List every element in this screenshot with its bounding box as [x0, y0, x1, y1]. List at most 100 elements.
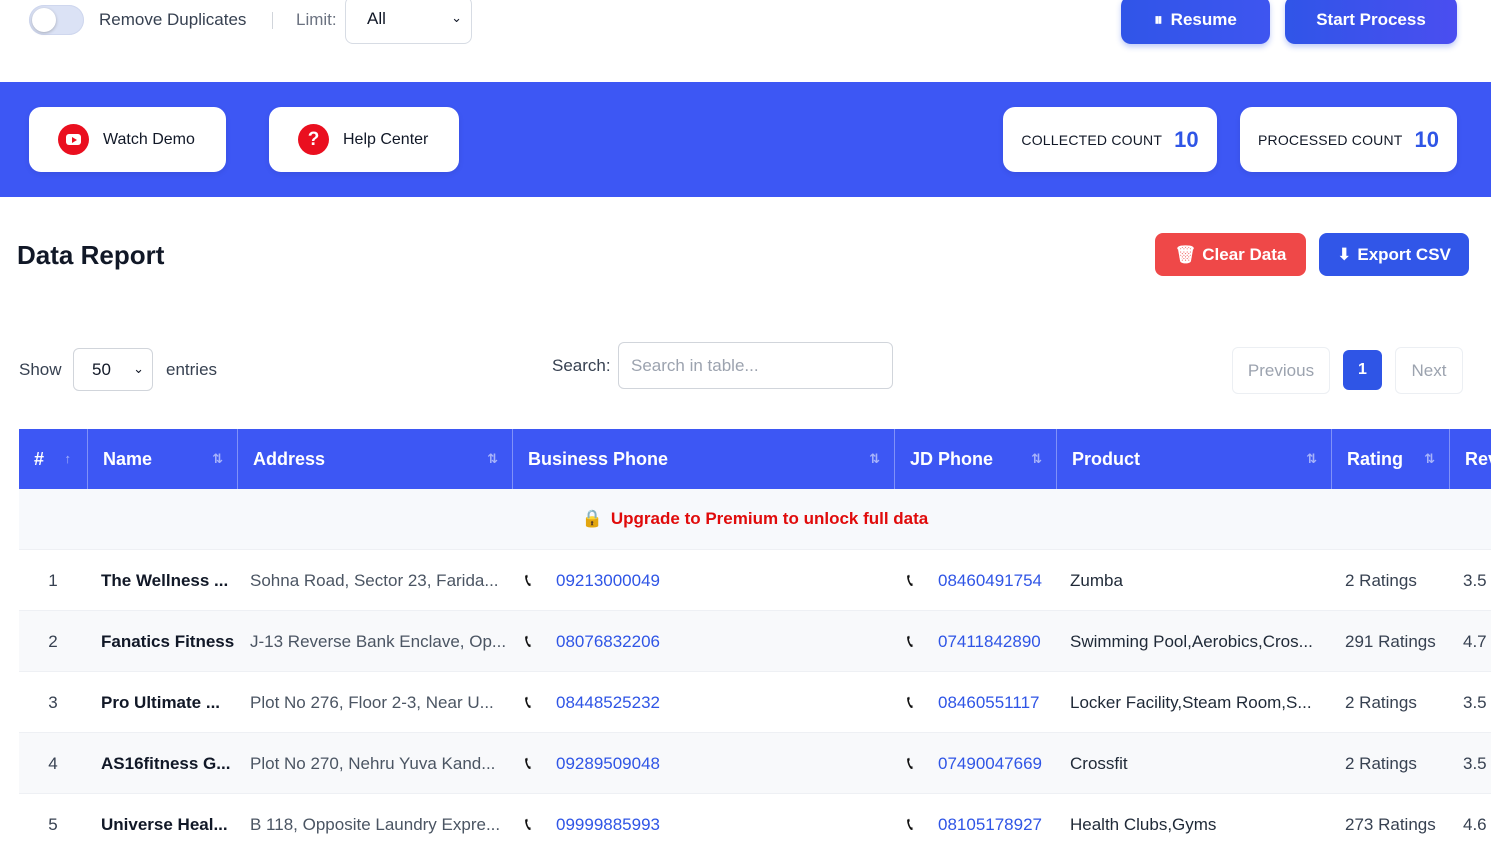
- header-label: Address: [253, 448, 326, 469]
- sort-icon: ⇅: [1424, 451, 1435, 466]
- upgrade-text: Upgrade to Premium to unlock full data: [610, 509, 929, 528]
- top-controls: Remove Duplicates Limit: All ⌄ ⏸ Resume …: [0, 0, 1491, 82]
- collected-count-value: 10: [1174, 126, 1199, 152]
- trash-icon: 🗑: [1174, 244, 1197, 264]
- cell-product: Zumba: [1070, 570, 1123, 590]
- phone-icon: 📞︎: [525, 631, 532, 651]
- business-phone-link[interactable]: 09213000049: [556, 571, 660, 591]
- header-jd-phone[interactable]: JD Phone ⇅: [895, 429, 1057, 489]
- phone-icon: 📞︎: [907, 814, 914, 834]
- collected-count-card: COLLECTED COUNT 10: [1003, 107, 1217, 172]
- phone-icon: 📞︎: [907, 753, 914, 773]
- next-page-button[interactable]: Next: [1395, 347, 1463, 394]
- cell-address: J-13 Reverse Bank Enclave, Op...: [250, 631, 507, 651]
- cell-product: Crossfit: [1070, 753, 1128, 773]
- jd-phone-link[interactable]: 08105178927: [938, 815, 1042, 835]
- table-row[interactable]: 4 AS16fitness G... Plot No 270, Nehru Yuva…: [19, 733, 1491, 794]
- resume-button[interactable]: ⏸ Resume: [1121, 0, 1270, 44]
- youtube-icon: [58, 124, 89, 155]
- page-1-button[interactable]: 1: [1343, 350, 1382, 390]
- header-label: Name: [103, 448, 153, 469]
- table-header: # ↑ Name ⇅ Address ⇅ Business Phone ⇅ JD…: [19, 429, 1491, 489]
- header-product[interactable]: Product ⇅: [1057, 429, 1332, 489]
- table-row[interactable]: 2 Fanatics Fitness J-13 Reverse Bank Encla…: [19, 611, 1491, 672]
- header-name[interactable]: Name ⇅: [88, 429, 238, 489]
- table-row[interactable]: 1 The Wellness ... Sohna Road, Sector 23, …: [19, 550, 1491, 611]
- header-label: Rev: [1465, 448, 1491, 469]
- limit-label: Limit:: [296, 10, 337, 29]
- sort-asc-icon: ↑: [64, 451, 72, 466]
- sort-icon: ⇅: [1306, 451, 1317, 466]
- cell-product: Locker Facility,Steam Room,S...: [1070, 692, 1312, 712]
- table-row[interactable]: 5 Universe Heal... B 118, Opposite Laundry…: [19, 794, 1491, 851]
- phone-icon: 📞︎: [525, 814, 532, 834]
- cell-jd-phone: 📞︎ 08460551117: [907, 672, 1067, 733]
- cell-name: Pro Ultimate ...: [101, 692, 221, 712]
- limit-select[interactable]: All ⌄: [345, 0, 472, 44]
- cell-reviews: 3.5: [1463, 753, 1487, 773]
- jd-phone-link[interactable]: 08460491754: [938, 571, 1042, 591]
- cell-reviews: 4.7: [1463, 631, 1487, 651]
- lock-icon: 🔒: [581, 509, 603, 528]
- resume-button-label: Resume: [1170, 10, 1237, 29]
- show-label: Show: [19, 360, 62, 379]
- help-center-button[interactable]: ? Help Center: [269, 107, 459, 172]
- page-title: Data Report: [17, 240, 165, 270]
- cell-index: 3: [48, 692, 58, 712]
- cell-business-phone: 📞︎ 09999885993: [525, 794, 725, 851]
- header-label: Product: [1072, 448, 1141, 469]
- pause-icon: ⏸: [1154, 10, 1163, 29]
- cell-address: Plot No 270, Nehru Yuva Kand...: [250, 753, 496, 773]
- processed-count-label: PROCESSED COUNT: [1257, 131, 1403, 148]
- table-row[interactable]: 3 Pro Ultimate ... Plot No 276, Floor 2-3,…: [19, 672, 1491, 733]
- remove-duplicates-label: Remove Duplicates: [99, 10, 247, 29]
- cell-rating: 2 Ratings: [1345, 692, 1417, 712]
- business-phone-link[interactable]: 09999885993: [556, 815, 660, 835]
- export-csv-button[interactable]: ⬇ Export CSV: [1319, 233, 1469, 276]
- jd-phone-link[interactable]: 07411842890: [938, 632, 1041, 652]
- cell-reviews: 3.5: [1463, 692, 1487, 712]
- download-icon: ⬇: [1337, 244, 1352, 264]
- cell-index: 4: [48, 753, 58, 773]
- cell-jd-phone: 📞︎ 08105178927: [907, 794, 1067, 851]
- header-index[interactable]: # ↑: [19, 429, 88, 489]
- business-phone-link[interactable]: 08076832206: [556, 632, 660, 652]
- start-process-label: Start Process: [1316, 10, 1426, 29]
- stats-band: Watch Demo ? Help Center COLLECTED COUNT…: [0, 82, 1491, 197]
- entries-select[interactable]: 50 ⌄: [73, 348, 153, 391]
- business-phone-link[interactable]: 09289509048: [556, 754, 660, 774]
- business-phone-link[interactable]: 08448525232: [556, 693, 660, 713]
- header-label: JD Phone: [910, 448, 994, 469]
- cell-jd-phone: 📞︎ 08460491754: [907, 550, 1067, 611]
- cell-business-phone: 📞︎ 08448525232: [525, 672, 725, 733]
- header-rating[interactable]: Rating ⇅: [1332, 429, 1450, 489]
- cell-name: Fanatics Fitness: [101, 631, 235, 651]
- start-process-button[interactable]: Start Process: [1285, 0, 1457, 44]
- processed-count-card: PROCESSED COUNT 10: [1240, 107, 1457, 172]
- cell-reviews: 3.5: [1463, 570, 1487, 590]
- chevron-down-icon: ⌄: [133, 361, 144, 376]
- remove-duplicates-toggle[interactable]: [29, 5, 84, 35]
- cell-address: Plot No 276, Floor 2-3, Near U...: [250, 692, 494, 712]
- previous-page-button[interactable]: Previous: [1232, 347, 1330, 394]
- upgrade-banner[interactable]: 🔒 Upgrade to Premium to unlock full data: [19, 489, 1491, 550]
- cell-business-phone: 📞︎ 09213000049: [525, 550, 725, 611]
- question-icon: ?: [298, 124, 329, 155]
- cell-jd-phone: 📞︎ 07490047669: [907, 733, 1067, 794]
- phone-icon: 📞︎: [907, 631, 914, 651]
- jd-phone-link[interactable]: 08460551117: [938, 693, 1039, 713]
- sort-icon: ⇅: [1031, 451, 1042, 466]
- jd-phone-link[interactable]: 07490047669: [938, 754, 1042, 774]
- header-label: Business Phone: [528, 448, 669, 469]
- search-input[interactable]: [618, 342, 893, 389]
- phone-icon: 📞︎: [907, 570, 914, 590]
- header-address[interactable]: Address ⇅: [238, 429, 513, 489]
- header-reviews[interactable]: Rev: [1450, 429, 1491, 489]
- sort-icon: ⇅: [869, 451, 880, 466]
- clear-data-button[interactable]: 🗑 Clear Data: [1155, 233, 1306, 276]
- header-business-phone[interactable]: Business Phone ⇅: [513, 429, 895, 489]
- toggle-knob: [32, 8, 56, 32]
- watch-demo-button[interactable]: Watch Demo: [29, 107, 226, 172]
- export-csv-label: Export CSV: [1357, 244, 1451, 264]
- sort-icon: ⇅: [487, 451, 498, 466]
